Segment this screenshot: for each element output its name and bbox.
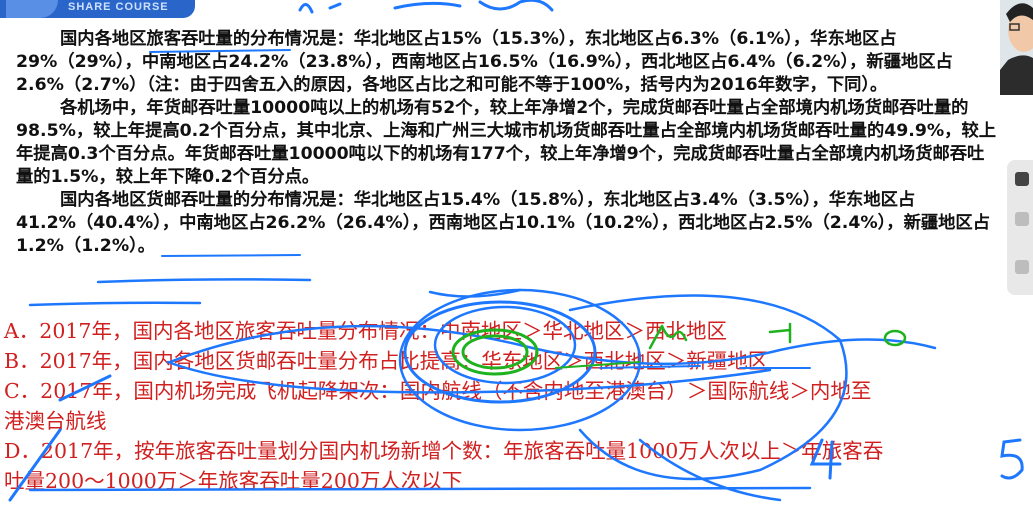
handwritten-annotations [8,0,1024,502]
